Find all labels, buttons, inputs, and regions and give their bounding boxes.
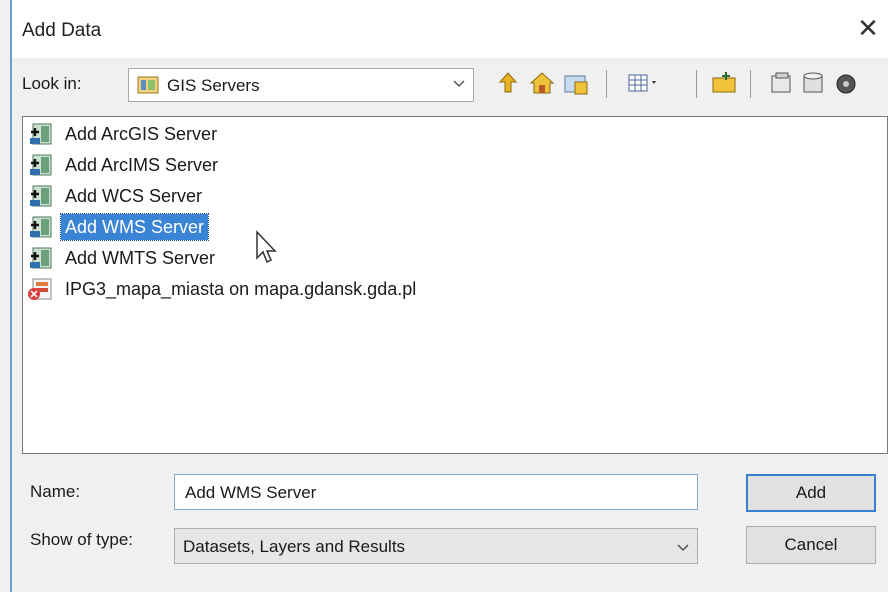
- mouse-cursor-icon: [256, 230, 277, 264]
- file-list[interactable]: Add ArcGIS Server Add ArcIMS Server Add WC…: [22, 116, 888, 454]
- server-add-icon: [30, 185, 52, 207]
- list-item-label: Add ArcIMS Server: [65, 155, 219, 175]
- catalog-icon[interactable]: [768, 68, 796, 98]
- close-button[interactable]: ✕: [854, 14, 882, 42]
- cancel-button[interactable]: Cancel: [746, 526, 876, 564]
- toolbar-separator: [750, 70, 751, 98]
- server-add-icon: [30, 247, 52, 269]
- gis-servers-icon: [137, 76, 159, 94]
- up-one-level-icon[interactable]: [494, 68, 522, 98]
- server-add-icon: [30, 123, 52, 145]
- look-in-value: GIS Servers: [167, 76, 260, 95]
- list-item-label: Add WMTS Server: [65, 248, 216, 268]
- show-of-type-label: Show of type:: [30, 530, 134, 549]
- wms-connection-icon: [28, 278, 52, 300]
- list-item[interactable]: Add ArcIMS Server: [27, 151, 222, 179]
- chevron-down-icon: [677, 544, 689, 552]
- name-input[interactable]: Add WMS Server: [174, 474, 698, 510]
- server-add-icon: [30, 216, 52, 238]
- list-item-label: Add ArcGIS Server: [65, 124, 218, 144]
- view-options-icon[interactable]: [626, 68, 660, 98]
- database-icon[interactable]: [800, 68, 828, 98]
- list-item-label: Add WCS Server: [65, 186, 203, 206]
- tools-icon[interactable]: [832, 68, 862, 98]
- list-item[interactable]: Add WCS Server: [27, 182, 206, 210]
- look-in-dropdown[interactable]: GIS Servers: [128, 68, 474, 102]
- add-data-dialog: Add Data ✕ Look in: GIS Servers Add ArcG…: [0, 0, 888, 592]
- toolbar-separator: [606, 70, 607, 98]
- list-item[interactable]: Add WMTS Server: [27, 244, 219, 272]
- title-bar: Add Data ✕: [12, 0, 888, 58]
- show-of-type-dropdown[interactable]: Datasets, Layers and Results: [174, 528, 698, 564]
- show-of-type-value: Datasets, Layers and Results: [183, 537, 406, 556]
- connect-folder-icon[interactable]: [562, 68, 590, 98]
- list-item[interactable]: Add ArcGIS Server: [27, 120, 221, 148]
- list-item[interactable]: IPG3_mapa_miasta on mapa.gdansk.gda.pl: [27, 275, 420, 303]
- server-add-icon: [30, 154, 52, 176]
- toolbar-separator: [696, 70, 697, 98]
- name-label: Name:: [30, 482, 81, 501]
- look-in-label: Look in:: [22, 74, 82, 93]
- chevron-down-icon: [453, 80, 465, 88]
- dialog-title: Add Data: [22, 20, 102, 41]
- new-folder-icon[interactable]: [710, 68, 738, 98]
- add-button[interactable]: Add: [746, 474, 876, 512]
- window-border: [10, 0, 12, 592]
- list-item-label: IPG3_mapa_miasta on mapa.gdansk.gda.pl: [65, 279, 417, 299]
- list-item[interactable]: Add WMS Server: [27, 213, 210, 241]
- home-icon[interactable]: [528, 68, 556, 98]
- list-item-label: Add WMS Server: [59, 213, 210, 241]
